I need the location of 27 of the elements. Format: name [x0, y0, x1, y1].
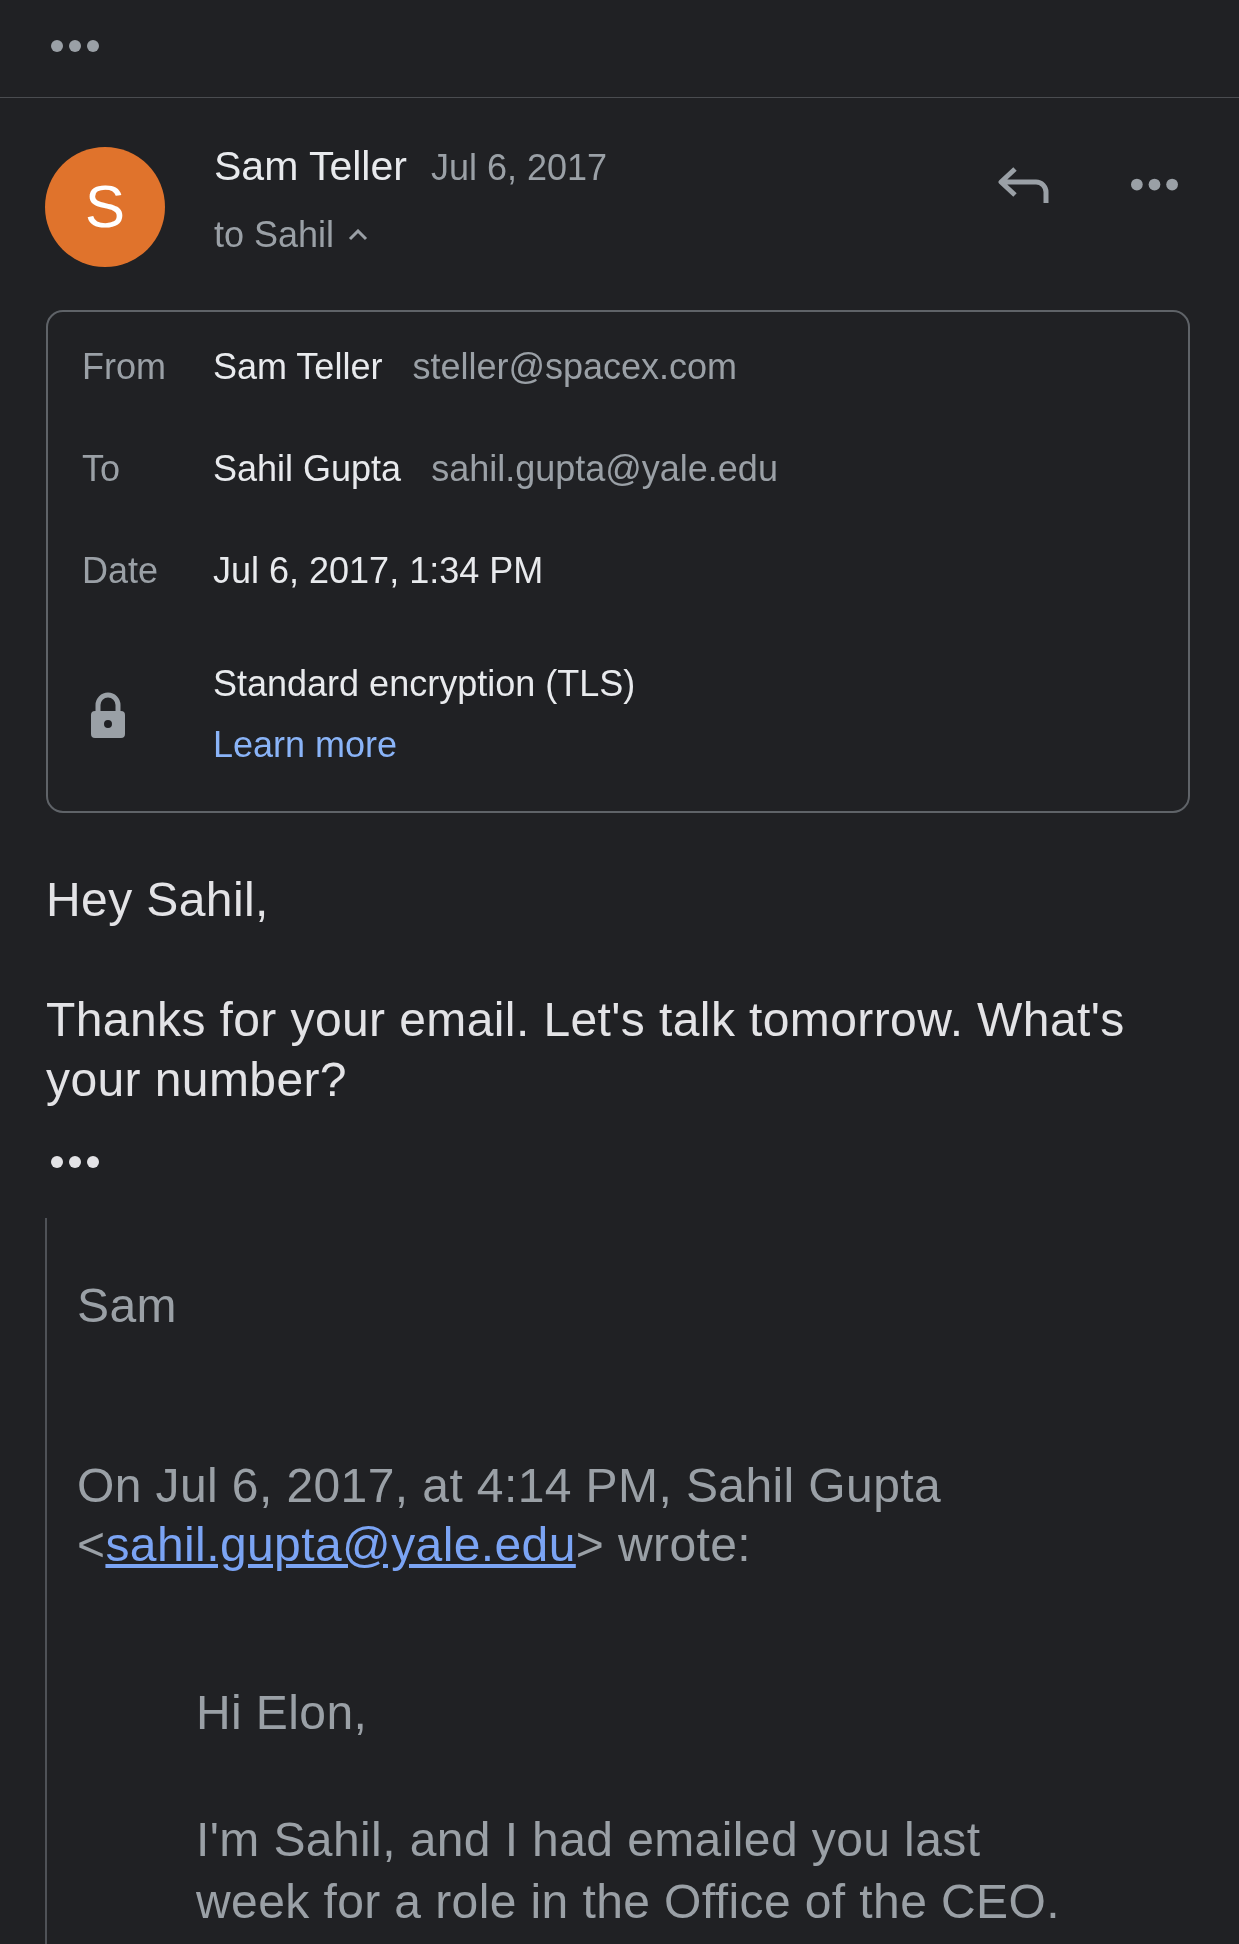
quoted-text: I'm Sahil, and I had emailed you last week for a role in the Office of the CEO.: [196, 1812, 1061, 1930]
more-icon[interactable]: [1131, 177, 1178, 191]
detail-label: From: [82, 345, 166, 389]
lock-icon: [89, 691, 127, 738]
learn-more-link[interactable]: Learn more: [213, 723, 398, 767]
quote-attribution: On Jul 6, 2017, at 4:14 PM, Sahil Gupta <sahil.gupta@yale.edu> wrote:: [77, 1458, 943, 1573]
encryption-text: Standard encryption (TLS): [213, 662, 636, 706]
detail-value: Sahil Gupta: [213, 447, 402, 491]
more-icon[interactable]: [51, 40, 99, 52]
quoted-greeting: Hi Elon,: [196, 1685, 369, 1741]
greeting-text: Hey Sahil,: [46, 872, 270, 928]
detail-value: Sam Teller: [213, 345, 383, 389]
sender-avatar: S: [45, 147, 165, 267]
email-link[interactable]: sahil.gupta@yale.edu: [105, 1518, 576, 1571]
detail-email: sahil.gupta@yale.edu: [431, 447, 778, 491]
chevron-up-icon: [348, 229, 369, 241]
detail-label: Date: [82, 549, 159, 593]
message-text: Thanks for your email. Let's talk tomorrow. What's your number?: [46, 992, 1126, 1108]
recipients-toggle[interactable]: to Sahil: [214, 213, 369, 257]
reply-icon[interactable]: [996, 164, 1050, 204]
message-date: Jul 6, 2017: [430, 146, 608, 190]
detail-label: To: [82, 447, 121, 491]
ellipsis-icon[interactable]: [51, 1156, 99, 1168]
sender-name: Sam Teller: [214, 142, 407, 190]
detail-value: Jul 6, 2017, 1:34 PM: [213, 549, 544, 593]
detail-email: steller@spacex.com: [412, 345, 738, 389]
signature-text: Sam: [77, 1278, 177, 1334]
